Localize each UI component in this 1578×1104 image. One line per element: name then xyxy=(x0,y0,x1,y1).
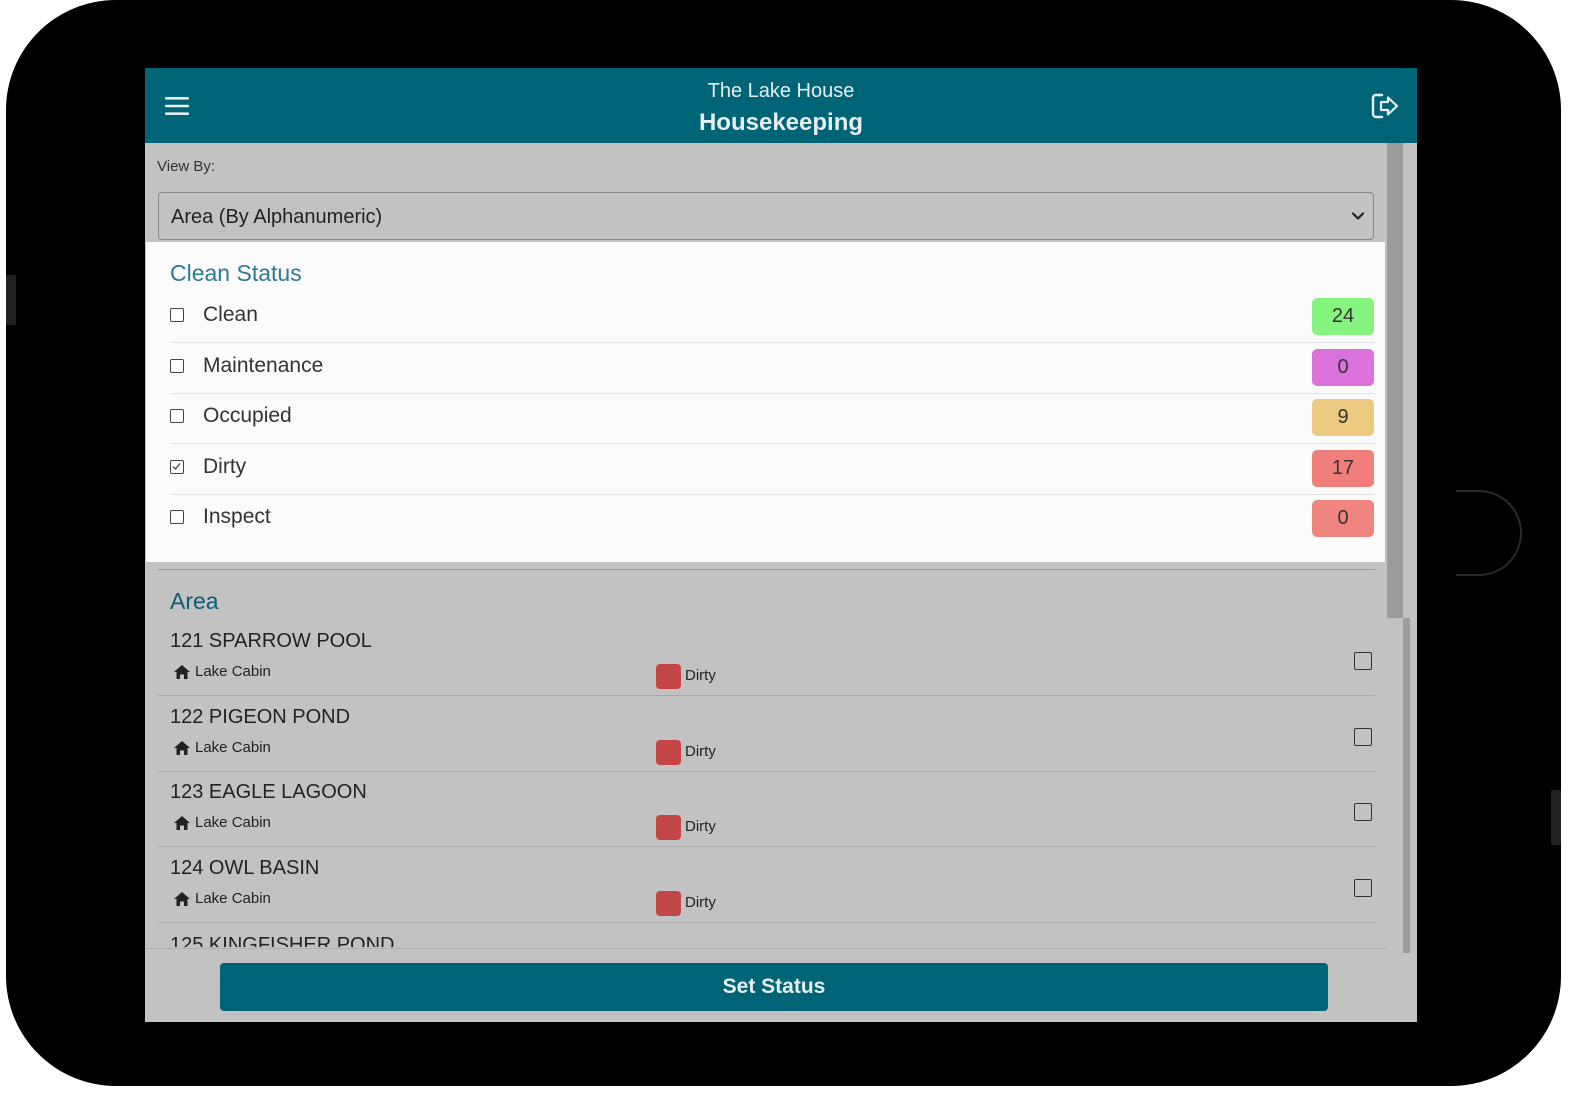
status-label: Clean xyxy=(203,303,258,326)
occupied-checkbox[interactable] xyxy=(170,409,184,423)
area-status: Dirty xyxy=(685,818,716,835)
row-select-checkbox[interactable] xyxy=(1354,652,1372,670)
count-badge: 0 xyxy=(1312,500,1374,537)
area-row[interactable]: 122 PIGEON POND Lake Cabin Dirty xyxy=(158,696,1375,772)
area-status: Dirty xyxy=(685,894,716,911)
area-name: 122 PIGEON POND xyxy=(170,706,351,728)
maintenance-checkbox[interactable] xyxy=(170,359,184,373)
status-color-swatch xyxy=(656,740,681,765)
device-side-button xyxy=(1551,790,1561,845)
inner-scrollbar-thumb[interactable] xyxy=(1403,618,1410,953)
status-label: Maintenance xyxy=(203,354,324,377)
status-label: Inspect xyxy=(203,505,271,528)
app-screen: The Lake House Housekeeping View By: Are… xyxy=(145,68,1417,1022)
count-badge: 9 xyxy=(1312,399,1374,436)
status-filter-maintenance[interactable]: Maintenance 0 xyxy=(170,343,1375,394)
status-color-swatch xyxy=(656,664,681,689)
area-status: Dirty xyxy=(685,743,716,760)
property-name: The Lake House xyxy=(707,80,855,102)
area-name: 121 SPARROW POOL xyxy=(170,630,372,652)
area-row[interactable]: 121 SPARROW POOL Lake Cabin Dirty xyxy=(158,620,1375,696)
row-select-checkbox[interactable] xyxy=(1354,728,1372,746)
status-color-swatch xyxy=(656,815,681,840)
status-filter-occupied[interactable]: Occupied 9 xyxy=(170,393,1375,444)
view-by-label: View By: xyxy=(157,158,216,175)
status-filter-inspect[interactable]: Inspect 0 xyxy=(170,494,1375,544)
status-filter-dirty[interactable]: Dirty 17 xyxy=(170,444,1375,495)
set-status-button[interactable]: Set Status xyxy=(220,963,1328,1011)
header-bar: The Lake House Housekeeping xyxy=(145,68,1417,143)
area-name: 124 OWL BASIN xyxy=(170,857,320,879)
area-status: Dirty xyxy=(685,667,716,684)
status-color-swatch xyxy=(656,891,681,916)
clean-checkbox[interactable] xyxy=(170,308,184,322)
area-type: Lake Cabin xyxy=(195,739,271,756)
divider xyxy=(158,569,1375,570)
dirty-checkbox[interactable] xyxy=(170,460,184,474)
home-icon xyxy=(174,816,190,830)
clean-status-panel: Clean Status Clean 24 Maintenance 0 Occu… xyxy=(146,242,1385,562)
view-by-select[interactable]: Area (By Alphanumeric) xyxy=(158,192,1374,240)
page-title: Housekeeping xyxy=(698,109,864,136)
footer-bar: Set Status xyxy=(145,948,1387,1022)
area-name-partial: 125 KINGFISHER POND xyxy=(170,934,395,947)
view-by-selected-value: Area (By Alphanumeric) xyxy=(171,206,383,228)
count-badge: 24 xyxy=(1312,298,1374,335)
count-badge: 0 xyxy=(1312,349,1374,386)
logout-icon[interactable] xyxy=(1369,90,1401,122)
status-filter-clean[interactable]: Clean 24 xyxy=(170,292,1375,343)
area-type: Lake Cabin xyxy=(195,814,271,831)
area-type: Lake Cabin xyxy=(195,890,271,907)
row-select-checkbox[interactable] xyxy=(1354,879,1372,897)
home-icon xyxy=(174,665,190,679)
scrollbar-thumb[interactable] xyxy=(1387,143,1403,618)
row-select-checkbox[interactable] xyxy=(1354,803,1372,821)
checkmark-icon xyxy=(172,463,181,470)
status-label: Dirty xyxy=(203,455,247,478)
device-side-button xyxy=(6,275,16,325)
area-row[interactable]: 124 OWL BASIN Lake Cabin Dirty xyxy=(158,847,1375,923)
status-label: Occupied xyxy=(203,404,292,427)
inspect-checkbox[interactable] xyxy=(170,510,184,524)
count-badge: 17 xyxy=(1312,450,1374,487)
home-icon xyxy=(174,892,190,906)
clean-status-heading: Clean Status xyxy=(170,260,302,286)
home-icon xyxy=(174,741,190,755)
area-row[interactable]: 123 EAGLE LAGOON Lake Cabin Dirty xyxy=(158,771,1375,847)
area-name: 123 EAGLE LAGOON xyxy=(170,781,367,803)
area-heading: Area xyxy=(170,588,219,614)
chevron-down-icon xyxy=(1351,212,1365,220)
area-type: Lake Cabin xyxy=(195,663,271,680)
